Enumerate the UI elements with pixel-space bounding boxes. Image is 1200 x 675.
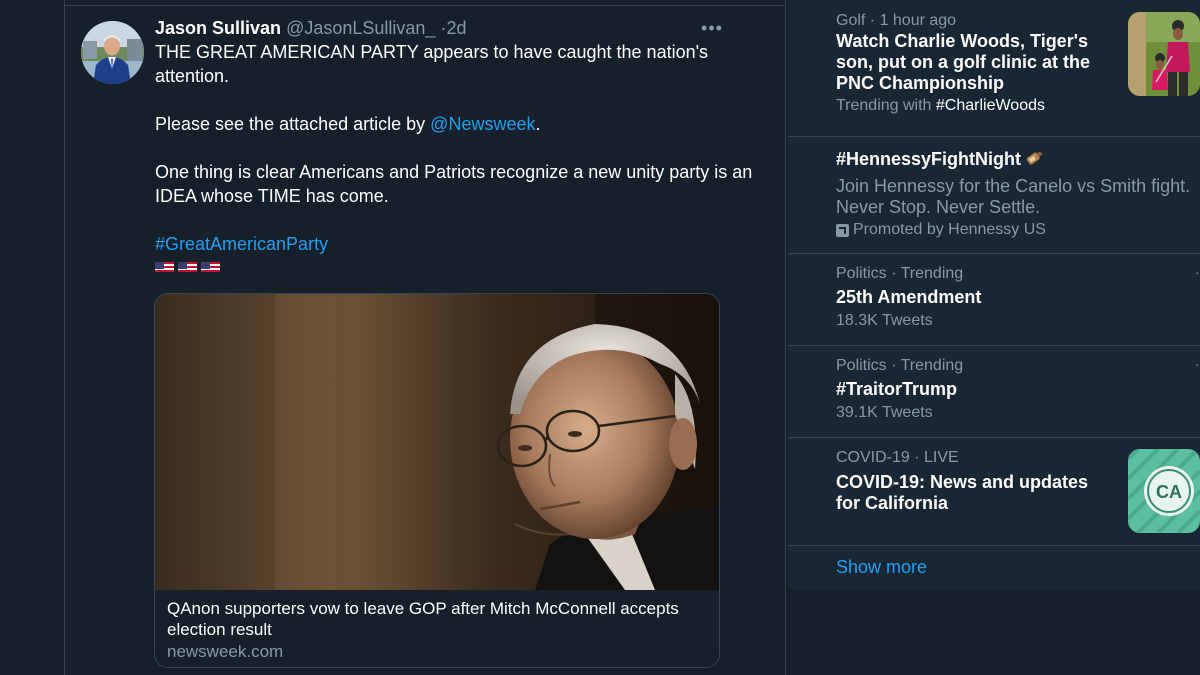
promoted-text: Promoted by Hennessy US: [853, 221, 1046, 238]
golf-photo: [1128, 12, 1200, 96]
page: ••• Jason Sullivan @JasonLSullivan_ ·2d …: [0, 0, 1200, 675]
live-label: LIVE: [924, 449, 959, 466]
show-more-link[interactable]: Show more: [836, 556, 927, 578]
trend-content: Politics · Trending 25th Amendment 18.3K…: [836, 264, 981, 331]
trend-content: Politics · Trending #TraitorTrump 39.1K …: [836, 356, 963, 423]
trend-time: 1 hour ago: [879, 12, 957, 29]
trend-related-hashtag[interactable]: #CharlieWoods: [936, 97, 1045, 114]
trend-item[interactable]: Golf · 1 hour ago Watch Charlie Woods, T…: [788, 0, 1200, 137]
tweet-line: One thing is clear Americans and Patriot…: [155, 162, 753, 206]
sidebar: Golf · 1 hour ago Watch Charlie Woods, T…: [788, 0, 1200, 675]
trend-title-text: #HennessyFightNight: [836, 149, 1022, 169]
card-text: QAnon supporters vow to leave GOP after …: [167, 598, 707, 662]
trend-title: 25th Amendment: [836, 287, 982, 307]
us-flag-icon: [178, 258, 197, 272]
tweet-line: THE GREAT AMERICAN PARTY appears to have…: [155, 42, 709, 86]
tweet-body: Jason Sullivan @JasonLSullivan_ ·2d THE …: [155, 16, 765, 272]
trend-content: #HennessyFightNight Join Hennessy for th…: [836, 149, 1191, 240]
tweet-header: Jason Sullivan @JasonLSullivan_ ·2d: [155, 16, 765, 40]
tweet-line: Please see the attached article by @News…: [155, 112, 765, 136]
ca-badge-text: CA: [1156, 482, 1182, 502]
trend-meta: COVID-19 · LIVE: [836, 448, 1106, 468]
mention-link[interactable]: @Newsweek: [430, 114, 535, 134]
bottle-emoji-icon: [1024, 149, 1044, 172]
flag-emojis: [155, 258, 765, 272]
promoted-label: Promoted by Hennessy US: [836, 220, 1191, 240]
trend-tweet-count: 39.1K Tweets: [836, 404, 933, 421]
trend-content: Golf · 1 hour ago Watch Charlie Woods, T…: [836, 11, 1101, 116]
avatar[interactable]: [81, 21, 144, 84]
trend-tweet-count: 18.3K Tweets: [836, 312, 933, 329]
trend-category: Golf: [836, 12, 866, 29]
promo-description: Join Hennessy for the Canelo vs Smith fi…: [836, 176, 1191, 217]
trend-title: Watch Charlie Woods, Tiger's son, put on…: [836, 31, 1091, 93]
more-options-icon[interactable]: ·: [1195, 264, 1200, 280]
trend-meta-separator: ·: [865, 12, 880, 29]
author-handle[interactable]: @JasonLSullivan_: [286, 18, 435, 38]
tweet-line-text: Please see the attached article by: [155, 114, 431, 134]
divider: [65, 5, 785, 6]
trends-box: Golf · 1 hour ago Watch Charlie Woods, T…: [788, 0, 1200, 590]
trend-item[interactable]: Politics · Trending 25th Amendment 18.3K…: [788, 254, 1200, 346]
us-flag-icon: [155, 258, 174, 272]
trend-item[interactable]: Politics · Trending #TraitorTrump 39.1K …: [788, 346, 1200, 438]
promoted-icon: [836, 223, 849, 237]
card-title: QAnon supporters vow to leave GOP after …: [167, 599, 679, 639]
timeline: ••• Jason Sullivan @JasonLSullivan_ ·2d …: [64, 0, 786, 675]
trend-title: #HennessyFightNight: [836, 149, 1191, 172]
hashtag-link[interactable]: #GreatAmericanParty: [155, 232, 765, 256]
card-domain: newsweek.com: [167, 642, 284, 661]
california-badge-image: CA: [1128, 449, 1200, 533]
card-image: [155, 294, 719, 590]
trend-meta: Politics · Trending: [836, 357, 964, 374]
promoted-trend[interactable]: #HennessyFightNight Join Hennessy for th…: [788, 137, 1200, 254]
trend-item[interactable]: COVID-19 · LIVE COVID-19: News and updat…: [788, 438, 1200, 546]
us-flag-icon: [201, 258, 220, 272]
trend-meta: Golf · 1 hour ago: [836, 11, 1101, 31]
link-card[interactable]: QAnon supporters vow to leave GOP after …: [154, 293, 720, 668]
tweet-line-text: .: [535, 114, 541, 134]
author-name[interactable]: Jason Sullivan: [155, 18, 281, 38]
trend-sub-label: Trending with: [836, 97, 936, 114]
more-options-icon[interactable]: ·: [1195, 356, 1200, 372]
trend-sub: Trending with #CharlieWoods: [836, 96, 1101, 116]
trend-meta-separator: ·: [909, 449, 925, 466]
tweet-text: THE GREAT AMERICAN PARTY appears to have…: [155, 40, 765, 272]
trend-meta: Politics · Trending: [836, 265, 964, 282]
tweet-time[interactable]: 2d: [446, 18, 466, 38]
trend-category: COVID-19: [836, 449, 910, 466]
trend-title: #TraitorTrump: [836, 379, 958, 399]
trend-content: COVID-19 · LIVE COVID-19: News and updat…: [836, 448, 1106, 514]
trend-title: COVID-19: News and updates for Californi…: [836, 472, 1089, 513]
